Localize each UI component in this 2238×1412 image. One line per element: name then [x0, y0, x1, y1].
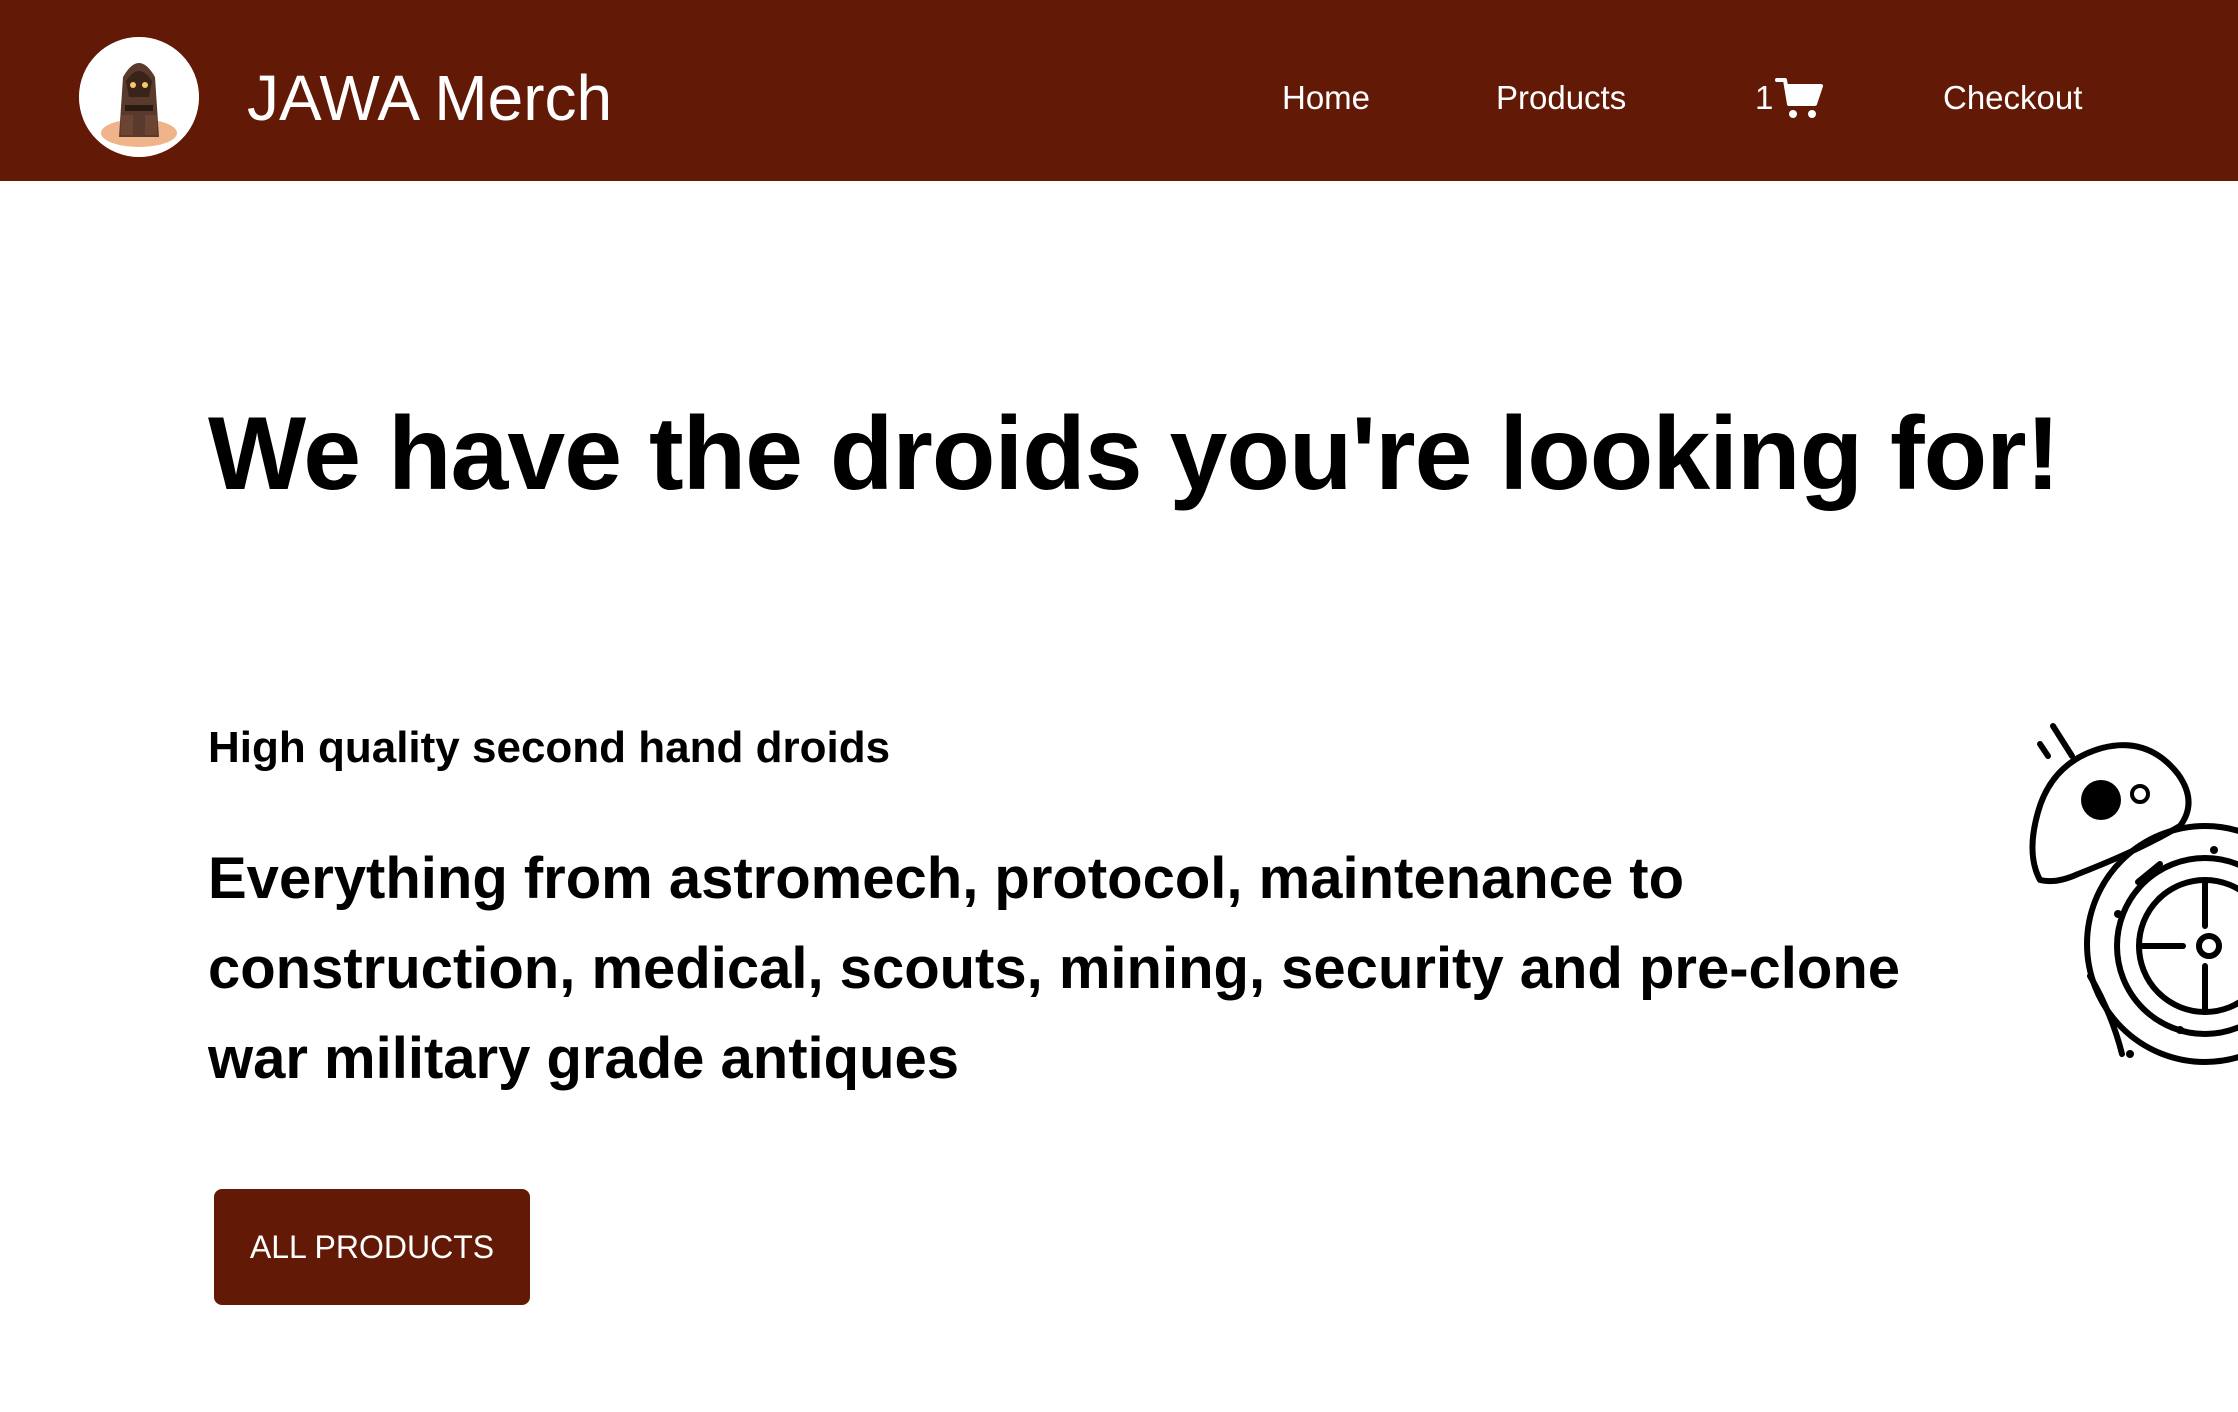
nav-checkout-link[interactable]: Checkout — [1943, 78, 2082, 118]
hero-description: Everything from astromech, protocol, mai… — [208, 834, 2008, 1104]
hero-title: We have the droids you're looking for! — [208, 396, 2060, 512]
description-line: Everything from astromech, protocol, mai… — [208, 846, 1685, 911]
all-products-button[interactable]: ALL PRODUCTS — [214, 1189, 530, 1305]
nav-products-link[interactable]: Products — [1496, 78, 1626, 118]
brand-name[interactable]: JAWA Merch — [247, 60, 612, 136]
bb8-droid-icon — [2029, 723, 2238, 1065]
jawa-logo-icon[interactable] — [79, 37, 199, 157]
hero-subtitle: High quality second hand droids — [208, 723, 891, 772]
nav-home-link[interactable]: Home — [1282, 78, 1370, 118]
shopping-cart-icon — [1775, 78, 1824, 118]
cart-count: 1 — [1755, 79, 1774, 116]
cart-button[interactable]: 1 — [1755, 74, 1824, 122]
description-line: construction, medical, scouts, mining, s… — [208, 936, 1901, 1001]
description-line: war military grade antiques — [208, 1026, 960, 1091]
site-header: JAWA Merch Home Products 1 Checkout — [0, 0, 2238, 181]
